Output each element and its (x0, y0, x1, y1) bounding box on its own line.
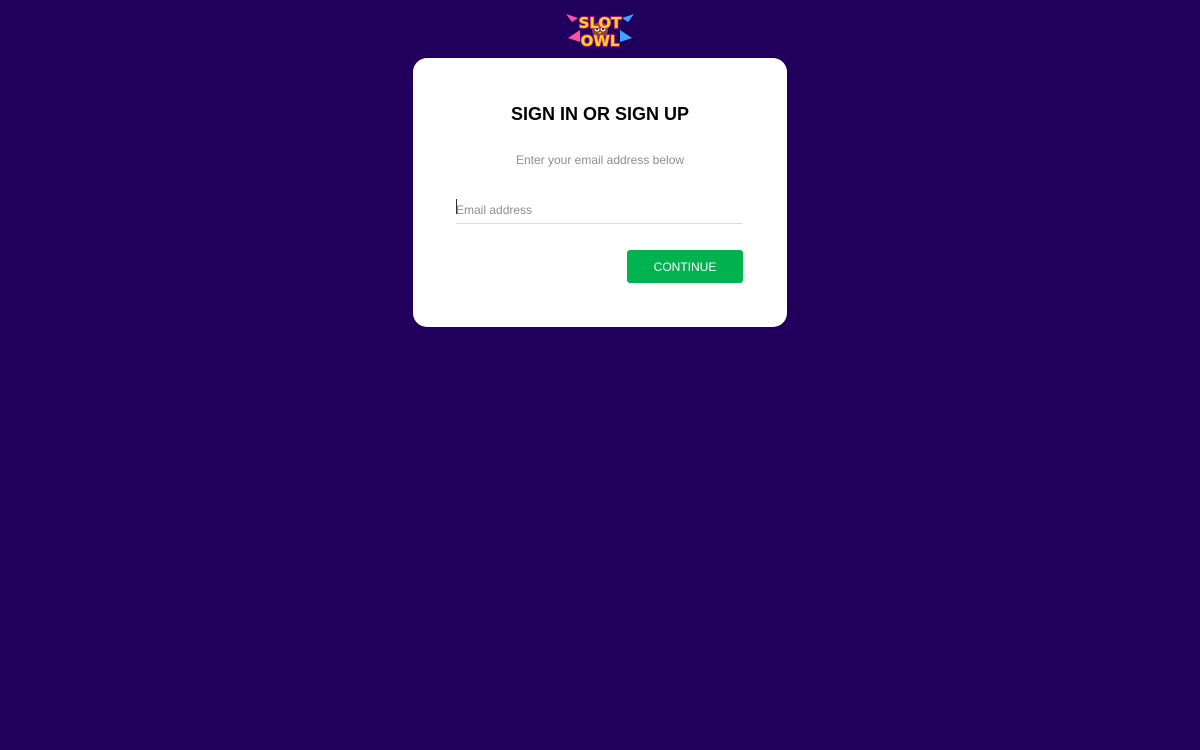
slot-owl-logo[interactable]: SLOT OWL (566, 8, 634, 52)
page-title: SIGN IN OR SIGN UP (510, 104, 690, 124)
logo-right-wing (622, 14, 634, 22)
logo-text-line2: OWL (581, 32, 620, 50)
continue-button[interactable]: CONTINUE (627, 250, 743, 283)
logo-right-wing-lower (620, 30, 632, 42)
login-card (413, 58, 787, 327)
text-caret (456, 199, 457, 214)
email-input[interactable] (456, 196, 743, 224)
slot-owl-logo-graphic: SLOT OWL (566, 13, 634, 51)
logo-text-line1: SLOT (579, 14, 623, 32)
logo-left-wing (566, 14, 578, 22)
email-instructions: Enter your email address below (515, 153, 685, 167)
